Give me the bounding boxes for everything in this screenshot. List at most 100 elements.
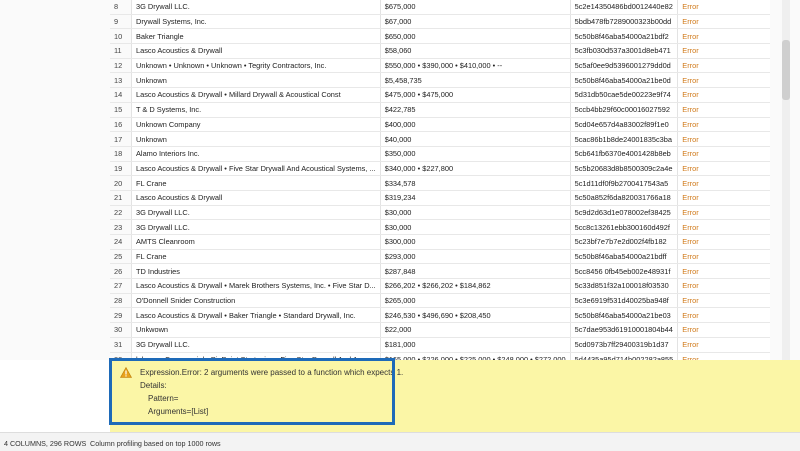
amount-cell[interactable]: $30,000: [380, 205, 571, 221]
company-cell[interactable]: Unknown • Unknown • Unknown • Tegrity Co…: [131, 58, 381, 74]
table-row[interactable]: 16 Unknown Company $400,000 5cd04e657d4a830…: [110, 117, 784, 133]
status-cell[interactable]: Error: [677, 263, 784, 280]
amount-cell[interactable]: $5,458,735: [380, 72, 571, 89]
amount-cell[interactable]: $293,000: [380, 249, 571, 265]
row-index[interactable]: 16: [110, 117, 132, 133]
row-index[interactable]: 17: [110, 131, 132, 147]
amount-cell[interactable]: $181,000: [380, 337, 571, 353]
status-cell[interactable]: Error: [677, 190, 784, 206]
company-cell[interactable]: Lasco Acoustics & Drywall • Five Star Dr…: [131, 161, 381, 177]
table-row[interactable]: 27 Lasco Acoustics & Drywall • Marek Brot…: [110, 278, 784, 294]
company-cell[interactable]: 3G Drywall LLC.: [131, 337, 381, 353]
company-cell[interactable]: O'Donnell Snider Construction: [131, 293, 381, 309]
row-index[interactable]: 14: [110, 87, 132, 103]
company-cell[interactable]: FL Crane: [131, 249, 381, 265]
row-index[interactable]: 23: [110, 219, 132, 235]
table-row[interactable]: 31 3G Drywall LLC. $181,000 5cd0973b7ff2940…: [110, 337, 784, 353]
amount-cell[interactable]: $246,530 • $496,690 • $208,450: [380, 307, 571, 324]
id-cell[interactable]: 5cac86b1b8de24001835c3ba: [570, 131, 679, 147]
company-cell[interactable]: Unknown: [131, 131, 381, 147]
amount-cell[interactable]: $340,000 • $227,800: [380, 161, 571, 177]
status-cell[interactable]: Error: [677, 14, 784, 30]
company-cell[interactable]: Baker Triangle: [131, 28, 381, 45]
id-cell[interactable]: 5c5af0ee9d5396001279dd0d: [570, 58, 679, 74]
status-cell[interactable]: Error: [677, 234, 784, 250]
table-row[interactable]: 17 Unknown $40,000 5cac86b1b8de24001835c3ba…: [110, 131, 784, 147]
id-cell[interactable]: 5c50b8f46aba54000a21be0d: [570, 72, 679, 89]
row-index[interactable]: 27: [110, 278, 132, 294]
id-cell[interactable]: 5c2e14350486bd0012440e82: [570, 0, 679, 15]
table-row[interactable]: 25 FL Crane $293,000 5c50b8f46aba54000a21bd…: [110, 249, 784, 265]
company-cell[interactable]: Lasco Acoustics & Drywall: [131, 43, 381, 59]
company-cell[interactable]: Drywall Systems, Inc.: [131, 14, 381, 30]
row-index[interactable]: 25: [110, 249, 132, 265]
company-cell[interactable]: AMTS Cleanroom: [131, 234, 381, 250]
table-row[interactable]: 30 Unkwown $22,000 5c7dae953d61910001804b44…: [110, 322, 784, 338]
status-cell[interactable]: Error: [677, 161, 784, 177]
status-cell[interactable]: Error: [677, 131, 784, 147]
row-index[interactable]: 18: [110, 146, 132, 162]
company-cell[interactable]: Lasco Acoustics & Drywall • Baker Triang…: [131, 307, 381, 324]
amount-cell[interactable]: $422,785: [380, 102, 571, 118]
company-cell[interactable]: Unkwown: [131, 322, 381, 338]
table-row[interactable]: 26 TD Industries $287,848 5cc8456 0fb45eb00…: [110, 263, 784, 280]
status-cell[interactable]: Error: [677, 219, 784, 235]
id-cell[interactable]: 5c50a852f6da820031766a18: [570, 190, 679, 206]
table-row[interactable]: 12 Unknown • Unknown • Unknown • Tegrity …: [110, 58, 784, 74]
amount-cell[interactable]: $30,000: [380, 219, 571, 235]
table-row[interactable]: 18 Alamo Interiors Inc. $350,000 5cb641fb63…: [110, 146, 784, 162]
status-cell[interactable]: Error: [677, 0, 784, 15]
id-cell[interactable]: 5c3e6919f531d40025ba948f: [570, 293, 679, 309]
status-cell[interactable]: Error: [677, 58, 784, 74]
id-cell[interactable]: 5cd04e657d4a83002f89f1e0: [570, 117, 679, 133]
amount-cell[interactable]: $58,060: [380, 43, 571, 59]
status-cell[interactable]: Error: [677, 175, 784, 191]
status-cell[interactable]: Error: [677, 117, 784, 133]
id-cell[interactable]: 5c33d851f32a100018f03530: [570, 278, 679, 294]
id-cell[interactable]: 5c50b8f46aba54000a21bdff: [570, 249, 679, 265]
id-cell[interactable]: 5cc8c13261ebb300160d492f: [570, 219, 679, 235]
company-cell[interactable]: Lasco Acoustics & Drywall: [131, 190, 381, 206]
row-index[interactable]: 13: [110, 72, 132, 89]
id-cell[interactable]: 5c23bf7e7b7e2d002f4fb182: [570, 234, 679, 250]
id-cell[interactable]: 5cb641fb6370e4001428b8eb: [570, 146, 679, 162]
company-cell[interactable]: 3G Drywall LLC.: [131, 219, 381, 235]
company-cell[interactable]: T & D Systems, Inc.: [131, 102, 381, 118]
amount-cell[interactable]: $266,202 • $266,202 • $184,862: [380, 278, 571, 294]
table-row[interactable]: 22 3G Drywall LLC. $30,000 5c9d2d63d1e07800…: [110, 205, 784, 221]
status-cell[interactable]: Error: [677, 87, 784, 103]
id-cell[interactable]: 5c9d2d63d1e078002ef38425: [570, 205, 679, 221]
row-index[interactable]: 12: [110, 58, 132, 74]
row-index[interactable]: 24: [110, 234, 132, 250]
amount-cell[interactable]: $350,000: [380, 146, 571, 162]
row-index[interactable]: 28: [110, 293, 132, 309]
company-cell[interactable]: Unknown: [131, 72, 381, 89]
table-row[interactable]: 8 3G Drywall LLC. $675,000 5c2e14350486bd00…: [110, 0, 784, 15]
row-index[interactable]: 30: [110, 322, 132, 338]
amount-cell[interactable]: $67,000: [380, 14, 571, 30]
status-cell[interactable]: Error: [677, 72, 784, 89]
table-row[interactable]: 19 Lasco Acoustics & Drywall • Five Star …: [110, 161, 784, 177]
table-row[interactable]: 14 Lasco Acoustics & Drywall • Millard Dr…: [110, 87, 784, 103]
table-row[interactable]: 21 Lasco Acoustics & Drywall $319,234 5c50a…: [110, 190, 784, 206]
status-cell[interactable]: Error: [677, 293, 784, 309]
status-cell[interactable]: Error: [677, 28, 784, 45]
company-cell[interactable]: Lasco Acoustics & Drywall • Marek Brothe…: [131, 278, 381, 294]
row-index[interactable]: 9: [110, 14, 132, 30]
status-cell[interactable]: Error: [677, 43, 784, 59]
table-row[interactable]: 9 Drywall Systems, Inc. $67,000 5bdb478fb72…: [110, 14, 784, 30]
row-index[interactable]: 19: [110, 161, 132, 177]
row-index[interactable]: 15: [110, 102, 132, 118]
table-row[interactable]: 23 3G Drywall LLC. $30,000 5cc8c13261ebb300…: [110, 219, 784, 235]
id-cell[interactable]: 5bdb478fb7289000323b00dd: [570, 14, 679, 30]
company-cell[interactable]: FL Crane: [131, 175, 381, 191]
company-cell[interactable]: Lasco Acoustics & Drywall • Millard Dryw…: [131, 87, 381, 103]
vertical-scrollbar-thumb[interactable]: [782, 40, 790, 100]
company-cell[interactable]: 3G Drywall LLC.: [131, 205, 381, 221]
row-index[interactable]: 31: [110, 337, 132, 353]
id-cell[interactable]: 5d31db50cae5de00223e9f74: [570, 87, 679, 103]
amount-cell[interactable]: $319,234: [380, 190, 571, 206]
id-cell[interactable]: 5cd0973b7ff29400319b1d37: [570, 337, 679, 353]
company-cell[interactable]: TD Industries: [131, 263, 381, 280]
id-cell[interactable]: 5c50b8f46aba54000a21be03: [570, 307, 679, 324]
